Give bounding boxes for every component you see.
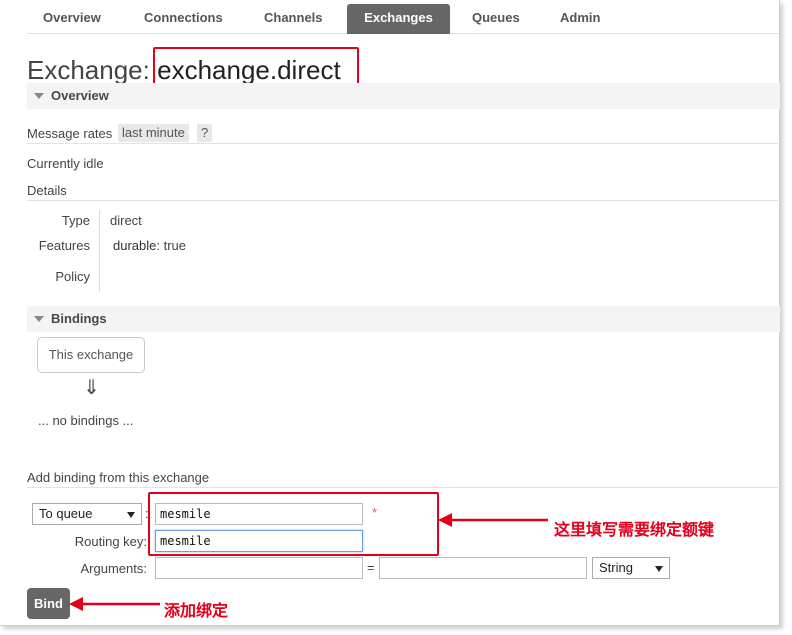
annotation-add-binding: 添加绑定 bbox=[164, 601, 229, 620]
arrow-to-fields bbox=[438, 513, 548, 527]
arrow-to-bind bbox=[69, 597, 160, 611]
annotation-fill-key: 这里填写需要绑定额键 bbox=[554, 520, 715, 539]
